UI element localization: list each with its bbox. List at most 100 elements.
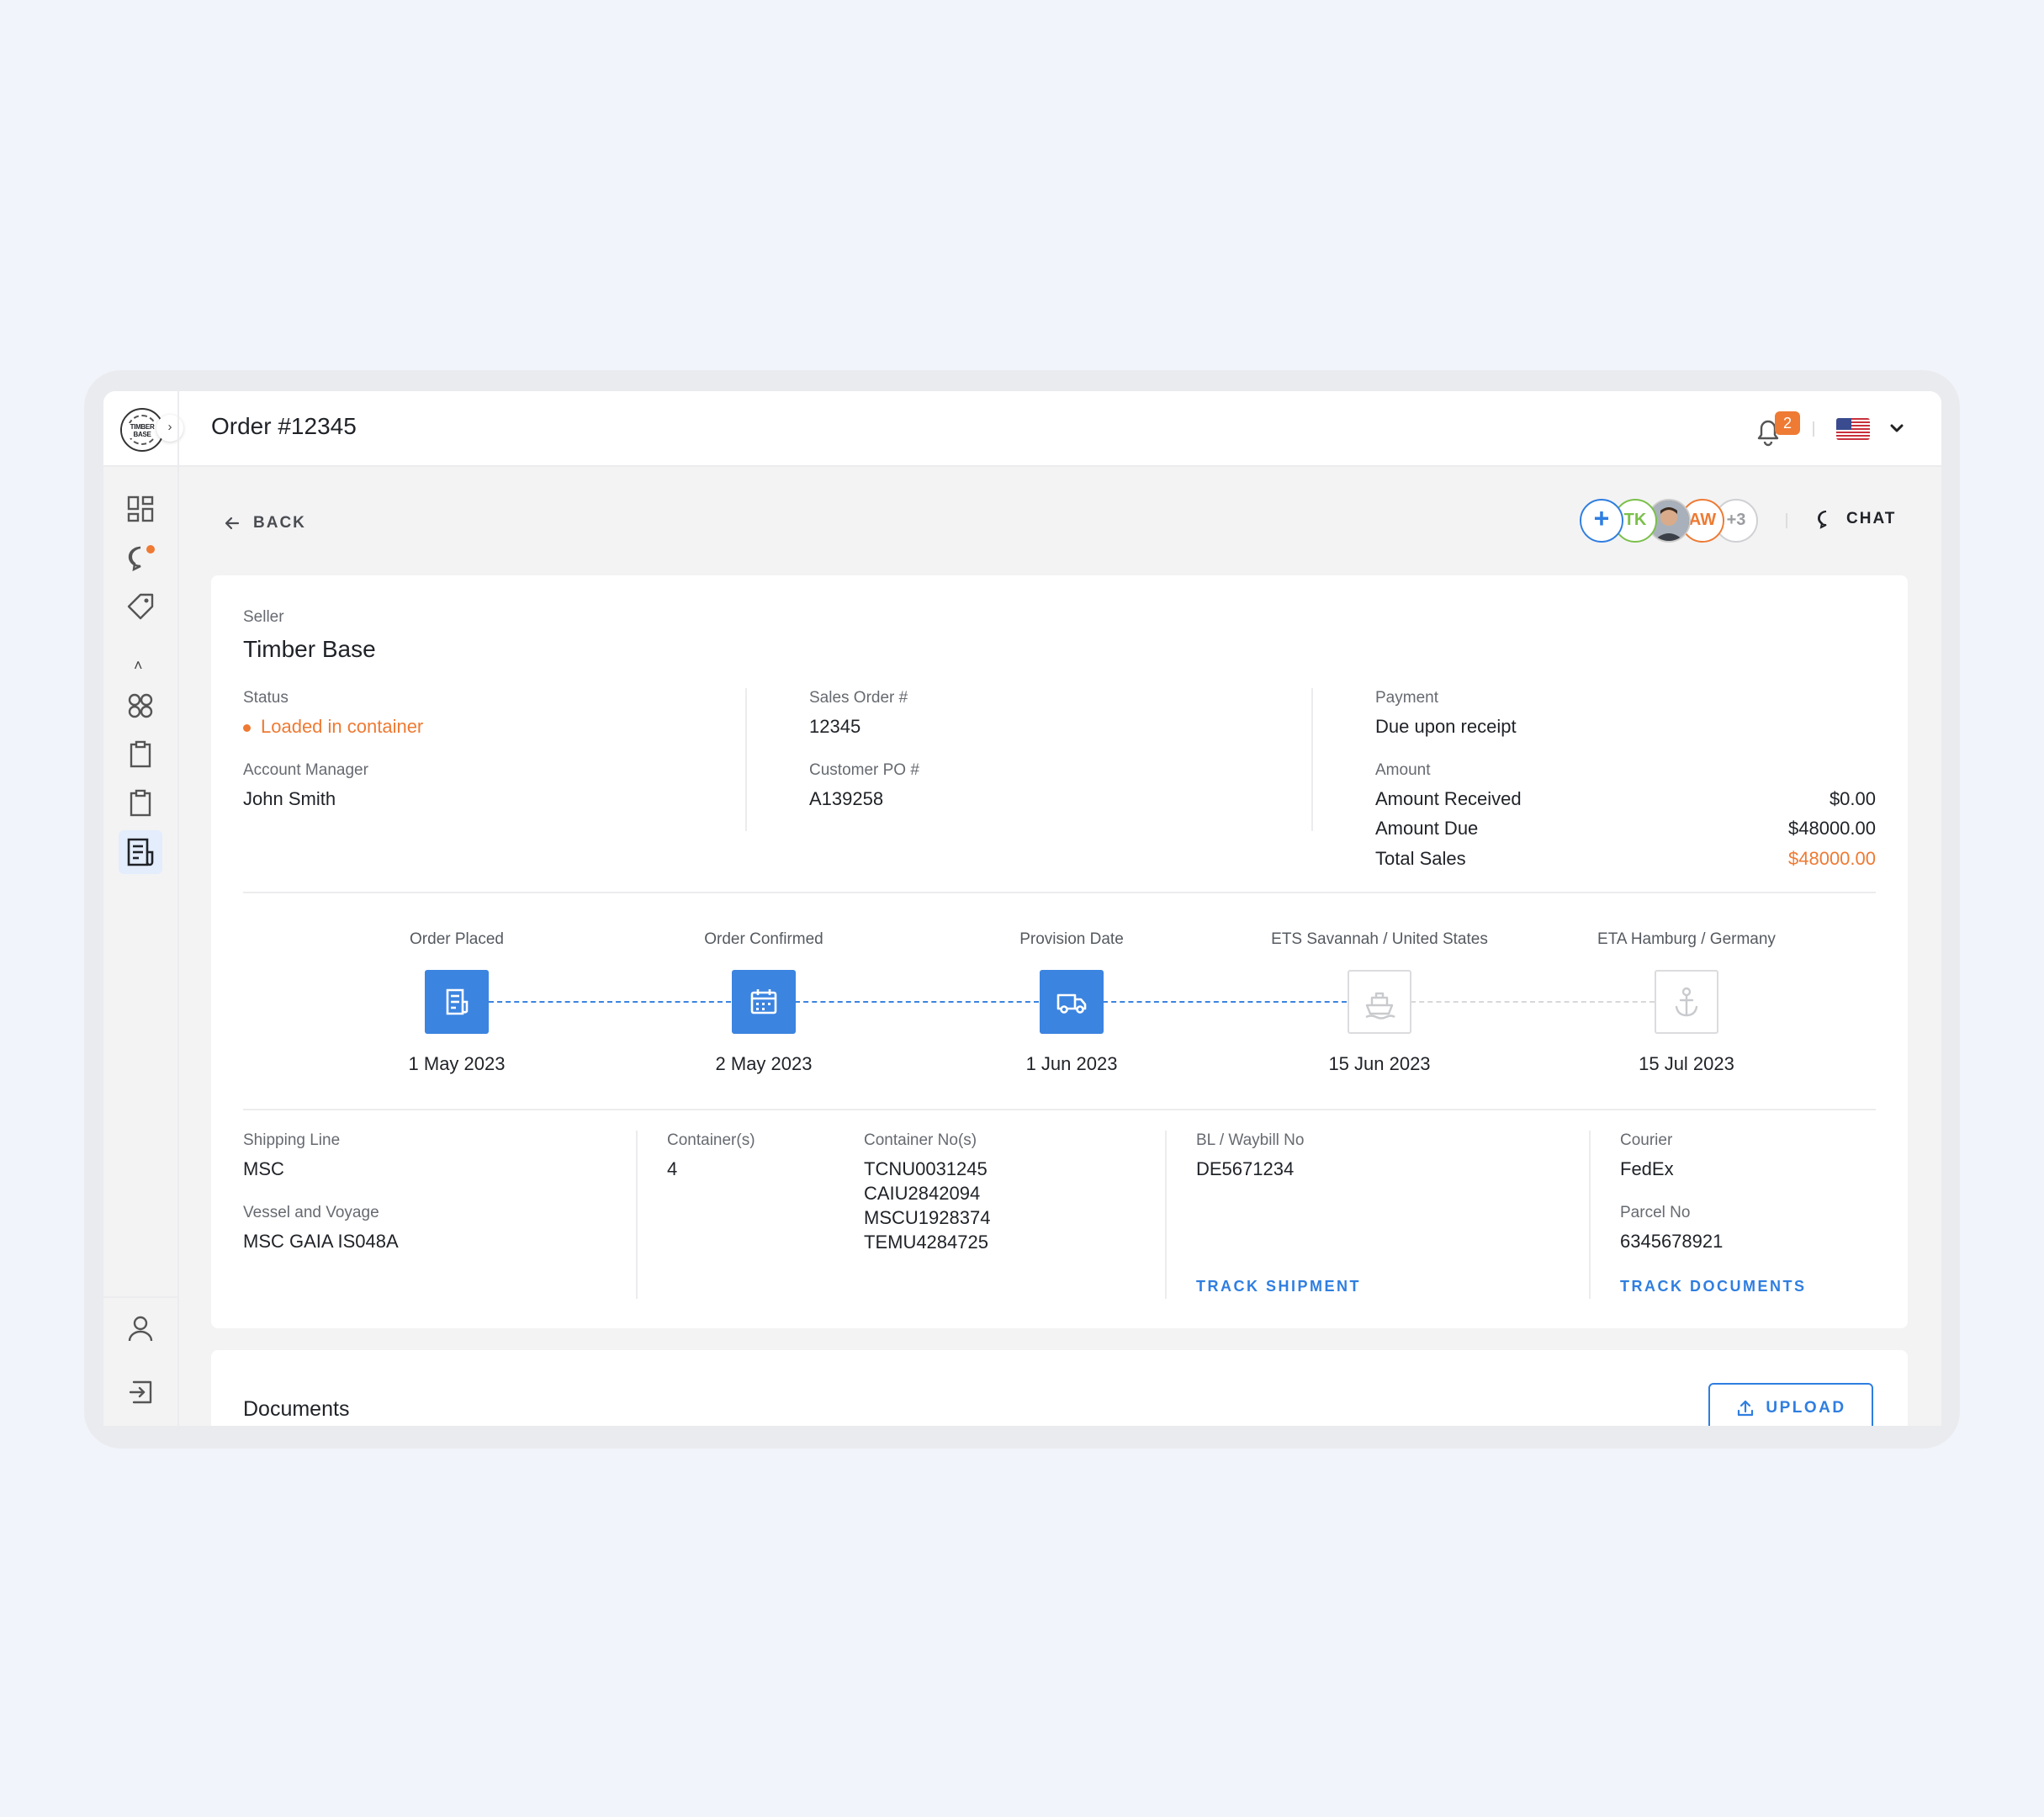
upload-icon — [1738, 1400, 1754, 1417]
shipping-line-label: Shipping Line — [243, 1131, 341, 1149]
tag-icon[interactable] — [124, 590, 157, 623]
bl-value: DE5671234 — [1196, 1158, 1295, 1179]
track-documents-link[interactable]: TRACK DOCUMENTS — [1620, 1278, 1807, 1295]
column-divider — [1589, 1131, 1591, 1299]
bl-label: BL / Waybill No — [1196, 1131, 1305, 1149]
page-title: Order #12345 — [211, 413, 357, 439]
container-nos-label: Container No(s) — [864, 1131, 977, 1149]
timeline-connector — [795, 1001, 1039, 1003]
timeline-step-label: Order Placed — [410, 930, 504, 948]
seller-name: Timber Base — [243, 636, 376, 662]
column-divider — [1311, 688, 1313, 831]
timeline-connector — [1411, 1001, 1655, 1003]
top-bar: TIMBER BASE › Order #12345 2 — [103, 391, 1941, 467]
status-dot — [243, 723, 251, 732]
amount-received-label: Amount Received — [1375, 788, 1522, 809]
container-no: CAIU2842094 — [864, 1183, 981, 1204]
total-sales-label: Total Sales — [1375, 848, 1466, 869]
dashboard-icon[interactable] — [124, 492, 157, 526]
chat-bubble-icon[interactable] — [124, 541, 157, 575]
payment-value: Due upon receipt — [1375, 716, 1517, 737]
containers-label: Container(s) — [667, 1131, 755, 1149]
amount-due-value: $48000.00 — [1788, 818, 1876, 839]
upload-label: UPLOAD — [1766, 1399, 1846, 1417]
timeline-step-date: 1 Jun 2023 — [1025, 1053, 1118, 1074]
column-divider — [636, 1131, 638, 1299]
chat-label: CHAT — [1846, 510, 1897, 527]
vessel-value: MSC GAIA IS048A — [243, 1231, 399, 1252]
status-badge: Loaded in container — [243, 716, 423, 738]
chevron-up-icon[interactable]: ˄ — [134, 657, 143, 675]
calendar-icon — [732, 970, 796, 1034]
containers-value: 4 — [667, 1158, 678, 1179]
seller-label: Seller — [243, 608, 284, 626]
timeline-step-label: ETS Savannah / United States — [1271, 930, 1488, 948]
timeline-step-date: 1 May 2023 — [408, 1053, 506, 1074]
status-text: Loaded in container — [261, 716, 424, 737]
chat-separator — [1786, 513, 1787, 528]
topbar-separator — [1813, 421, 1814, 437]
sales-order-value: 12345 — [809, 716, 861, 737]
arrow-left-icon — [225, 516, 240, 530]
chat-button[interactable]: CHAT — [1816, 509, 1896, 529]
parcel-label: Parcel No — [1620, 1204, 1691, 1221]
ship-icon — [1348, 970, 1411, 1034]
amount-due-label: Amount Due — [1375, 818, 1479, 839]
amount-label: Amount — [1375, 761, 1431, 779]
total-sales-value: $48000.00 — [1788, 848, 1876, 869]
section-divider — [243, 1109, 1876, 1110]
status-label: Status — [243, 689, 289, 707]
payment-label: Payment — [1375, 689, 1438, 707]
upload-button[interactable]: UPLOAD — [1708, 1383, 1873, 1426]
document-icon — [425, 970, 489, 1034]
customer-po-label: Customer PO # — [809, 761, 919, 779]
notification-badge: 2 — [1775, 411, 1800, 435]
timeline-connector — [489, 1001, 731, 1003]
clipboard-list-icon[interactable] — [124, 787, 157, 820]
courier-value: FedEx — [1620, 1158, 1674, 1179]
clipboard-icon[interactable] — [124, 738, 157, 771]
logout-icon[interactable] — [124, 1375, 157, 1409]
timeline-step-label: ETA Hamburg / Germany — [1597, 930, 1776, 948]
amount-received-value: $0.00 — [1829, 788, 1876, 809]
timeline-step-date: 15 Jun 2023 — [1328, 1053, 1431, 1074]
track-shipment-link[interactable]: TRACK SHIPMENT — [1196, 1278, 1361, 1295]
add-collaborator-button[interactable]: + — [1580, 499, 1623, 543]
column-divider — [745, 688, 747, 831]
user-profile-icon[interactable] — [124, 1311, 157, 1345]
sales-order-label: Sales Order # — [809, 689, 908, 707]
courier-label: Courier — [1620, 1131, 1673, 1149]
collaborator-avatars: + TK AW +3 — [1580, 499, 1765, 543]
apps-icon[interactable] — [124, 689, 157, 723]
timeline-step-label: Provision Date — [1019, 930, 1124, 948]
account-manager-value: John Smith — [243, 788, 336, 809]
sidebar-border — [177, 391, 179, 1426]
back-label: BACK — [253, 514, 306, 532]
timeline-step-label: Order Confirmed — [704, 930, 823, 948]
sidebar-expand-button[interactable]: › — [156, 415, 183, 442]
truck-icon — [1040, 970, 1104, 1034]
section-divider — [243, 892, 1876, 893]
customer-po-value: A139258 — [809, 788, 884, 809]
account-manager-label: Account Manager — [243, 761, 368, 779]
app-window: TIMBER BASE › Order #12345 2 ˄ BACK + TK… — [103, 391, 1941, 1426]
shipping-line-value: MSC — [243, 1158, 284, 1179]
chat-icon — [1818, 511, 1827, 529]
sidebar-bottom-divider — [103, 1296, 177, 1298]
back-button[interactable]: BACK — [223, 511, 306, 536]
order-details-card: Seller Timber Base Status Loaded in cont… — [211, 575, 1908, 1328]
timeline-step-date: 2 May 2023 — [715, 1053, 813, 1074]
timeline-connector — [1103, 1001, 1347, 1003]
chevron-down-icon[interactable] — [1885, 416, 1909, 440]
timeline-step-date: 15 Jul 2023 — [1639, 1053, 1734, 1074]
container-no: MSCU1928374 — [864, 1207, 991, 1228]
anchor-icon — [1655, 970, 1718, 1034]
documents-card: Documents UPLOAD — [211, 1350, 1908, 1426]
us-flag-icon[interactable] — [1836, 418, 1870, 440]
parcel-value: 6345678921 — [1620, 1231, 1724, 1252]
column-divider — [1165, 1131, 1167, 1299]
vessel-label: Vessel and Voyage — [243, 1204, 379, 1221]
orders-icon[interactable] — [119, 830, 162, 874]
container-no: TEMU4284725 — [864, 1232, 988, 1253]
container-no: TCNU0031245 — [864, 1158, 988, 1179]
